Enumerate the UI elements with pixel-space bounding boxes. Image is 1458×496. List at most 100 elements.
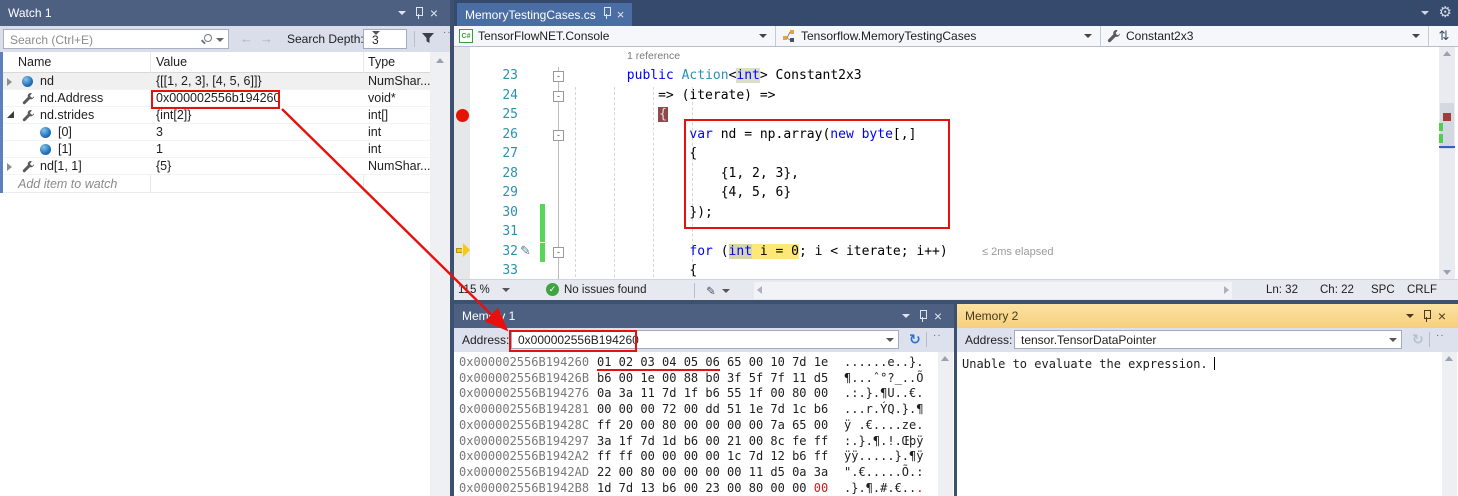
memory2-panel: Memory 2 × Address: tensor.TensorDataPoi… xyxy=(957,304,1458,496)
memory1-address-value: 0x000002556B194260 xyxy=(518,333,639,347)
filter-icon[interactable] xyxy=(421,31,435,45)
toolbar-overflow-icon[interactable]: ·· xyxy=(933,330,942,341)
pin-icon[interactable] xyxy=(1418,308,1434,324)
watch-row[interactable]: [0]3int xyxy=(3,124,430,141)
search-forward-icon[interactable]: → xyxy=(260,31,273,46)
address-label: Address: xyxy=(462,333,509,347)
breakpoint-icon[interactable] xyxy=(456,109,469,122)
scroll-down-icon[interactable] xyxy=(1443,270,1451,275)
type-dropdown[interactable]: Tensorflow.MemoryTestingCases xyxy=(777,26,1101,46)
code-line[interactable]: 32✎- for (int i = 0; i < iterate; i++)≤ … xyxy=(454,243,1434,263)
editor-vertical-scrollbar[interactable] xyxy=(1439,47,1455,279)
close-icon[interactable]: × xyxy=(426,5,442,21)
editor-horizontal-scrollbar[interactable] xyxy=(754,282,1232,299)
memory1-scrollbar[interactable] xyxy=(938,352,953,496)
memory-row-ascii: ".€.....Õ.: xyxy=(844,465,923,479)
scroll-up-icon[interactable] xyxy=(1445,356,1453,361)
memory-row[interactable]: 0x000002556B1942760a 3a 11 7d 1f b6 55 1… xyxy=(454,386,938,402)
close-icon[interactable]: × xyxy=(930,308,946,324)
scroll-up-icon[interactable] xyxy=(436,58,444,63)
column-header-value[interactable]: Value xyxy=(156,55,187,69)
project-dropdown[interactable]: C# TensorFlowNET.Console xyxy=(454,26,776,46)
memory-row[interactable]: 0x000002556B1942B81d 7d 13 b6 00 23 00 8… xyxy=(454,481,938,496)
code-area[interactable]: 1 reference 23- public Action<int> Const… xyxy=(454,47,1458,279)
line-number: 28 xyxy=(470,166,518,181)
toolbar-overflow-icon[interactable]: ·· xyxy=(443,27,452,38)
zoom-chevron-icon[interactable] xyxy=(502,288,510,292)
pin-icon[interactable] xyxy=(410,5,426,21)
current-statement-arrow-icon xyxy=(456,248,462,253)
memory2-message: Unable to evaluate the expression. xyxy=(962,357,1215,371)
memory-row-bytes: 00 00 00 72 00 dd 51 1e 7d 1c b6 xyxy=(597,402,828,416)
window-position-icon[interactable] xyxy=(394,5,410,21)
document-tab[interactable]: MemoryTestingCases.cs × xyxy=(457,3,632,26)
search-options-chevron-icon[interactable] xyxy=(216,38,224,42)
search-input[interactable]: Search (Ctrl+E) xyxy=(3,29,229,49)
watch-row-type: NumShar... xyxy=(368,159,431,173)
memory-row-ascii: .}.¶.#.€... xyxy=(844,481,923,495)
memory2-scrollbar[interactable] xyxy=(1442,352,1457,496)
line-number: 32 xyxy=(470,244,518,259)
pin-icon[interactable] xyxy=(914,308,930,324)
memory-row[interactable]: 0x000002556B19428100 00 00 72 00 dd 51 1… xyxy=(454,402,938,418)
text-caret xyxy=(1214,357,1216,370)
memory-row[interactable]: 0x000002556B1942A2ff ff 00 00 00 00 1c 7… xyxy=(454,449,938,465)
memory-row-bytes: ff ff 00 00 00 00 1c 7d 12 b6 ff xyxy=(597,449,828,463)
tab-strip: MemoryTestingCases.cs × ⚙ xyxy=(454,0,1458,26)
search-depth-select[interactable]: 3 xyxy=(363,29,407,49)
column-header-type[interactable]: Type xyxy=(368,55,395,69)
memory-row[interactable]: 0x000002556B19426Bb6 00 1e 00 88 b0 3f 5… xyxy=(454,371,938,387)
watch-row-name: nd.strides xyxy=(40,108,94,122)
code-cleanup-icon[interactable]: ✎ xyxy=(706,284,716,298)
tab-close-icon[interactable]: × xyxy=(617,7,625,22)
close-icon[interactable]: × xyxy=(1434,308,1450,324)
memory1-hex-dump[interactable]: 0x000002556B19426001 02 03 04 05 06 65 0… xyxy=(454,352,938,496)
member-dropdown[interactable]: Constant2x3 xyxy=(1102,26,1429,46)
tab-pin-icon[interactable] xyxy=(603,7,610,19)
watch-row[interactable]: nd[1, 1]{5}NumShar... xyxy=(3,158,430,175)
watch-row-type: NumShar... xyxy=(368,74,431,88)
memory-row[interactable]: 0x000002556B1942AD22 00 80 00 00 00 00 1… xyxy=(454,465,938,481)
watch-row[interactable]: nd.strides{int[2]}int[] xyxy=(3,107,430,124)
memory-row[interactable]: 0x000002556B1942973a 1f 7d 1d b6 00 21 0… xyxy=(454,434,938,450)
scroll-up-icon[interactable] xyxy=(1443,51,1451,56)
memory-row-address: 0x000002556B1942AD xyxy=(459,465,589,479)
toolbar-overflow-icon[interactable]: ·· xyxy=(1436,330,1445,341)
search-back-icon[interactable]: ← xyxy=(240,31,253,46)
memory-row[interactable]: 0x000002556B19426001 02 03 04 05 06 65 0… xyxy=(454,355,938,371)
search-icon[interactable] xyxy=(204,34,212,42)
code-cleanup-chevron-icon[interactable] xyxy=(722,289,730,293)
memory-row-bytes: b6 00 1e 00 88 b0 3f 5f 7f 11 d5 xyxy=(597,371,828,385)
watch-row[interactable]: [1]1int xyxy=(3,141,430,158)
window-position-icon[interactable] xyxy=(898,308,914,324)
gear-icon[interactable]: ⚙ xyxy=(1439,6,1452,20)
column-header-name[interactable]: Name xyxy=(18,55,51,69)
scroll-up-icon[interactable] xyxy=(941,356,949,361)
code-line[interactable]: 33 { xyxy=(454,262,1434,279)
split-window-icon[interactable]: ⇅ xyxy=(1430,26,1458,46)
watch-row[interactable]: nd.Address0x000002556b194260void* xyxy=(3,90,430,107)
scroll-left-icon[interactable] xyxy=(757,286,762,294)
memory-row-address: 0x000002556B1942B8 xyxy=(459,481,589,495)
memory2-address-input[interactable]: tensor.TensorDataPointer xyxy=(1014,330,1402,349)
code-text: { xyxy=(572,107,668,122)
zoom-level-select[interactable]: 115 % xyxy=(458,284,490,296)
codelens-references[interactable]: 1 reference xyxy=(627,50,680,62)
watch-row[interactable]: nd{[[1, 2, 3], [4, 5, 6]]}NumShar... xyxy=(3,73,430,90)
window-position-icon[interactable] xyxy=(1402,308,1418,324)
refresh-icon[interactable]: ↻ xyxy=(909,331,921,348)
code-line[interactable]: 24- => (iterate) => xyxy=(454,87,1434,107)
code-line[interactable]: 23- public Action<int> Constant2x3 xyxy=(454,67,1434,87)
issues-status[interactable]: No issues found xyxy=(564,284,646,296)
watch-scrollbar[interactable] xyxy=(430,52,450,496)
watch-row-type: int xyxy=(368,142,381,156)
document-list-chevron-icon[interactable] xyxy=(1421,11,1429,15)
add-watch-row[interactable]: Add item to watch xyxy=(3,175,430,193)
memory-row-bytes: 0a 3a 11 7d 1f b6 55 1f 00 80 00 xyxy=(597,386,828,400)
editor-status-bar: 115 % ✓ No issues found ✎ Ln: 32 Ch: 22 … xyxy=(454,279,1458,300)
memory1-address-input[interactable]: 0x000002556B194260 xyxy=(511,330,899,349)
scroll-right-icon[interactable] xyxy=(1224,286,1229,294)
watch-titlebar: Watch 1 × xyxy=(0,0,450,26)
memory-row[interactable]: 0x000002556B19428Cff 20 00 80 00 00 00 0… xyxy=(454,418,938,434)
status-line-number: Ln: 32 xyxy=(1266,284,1298,296)
